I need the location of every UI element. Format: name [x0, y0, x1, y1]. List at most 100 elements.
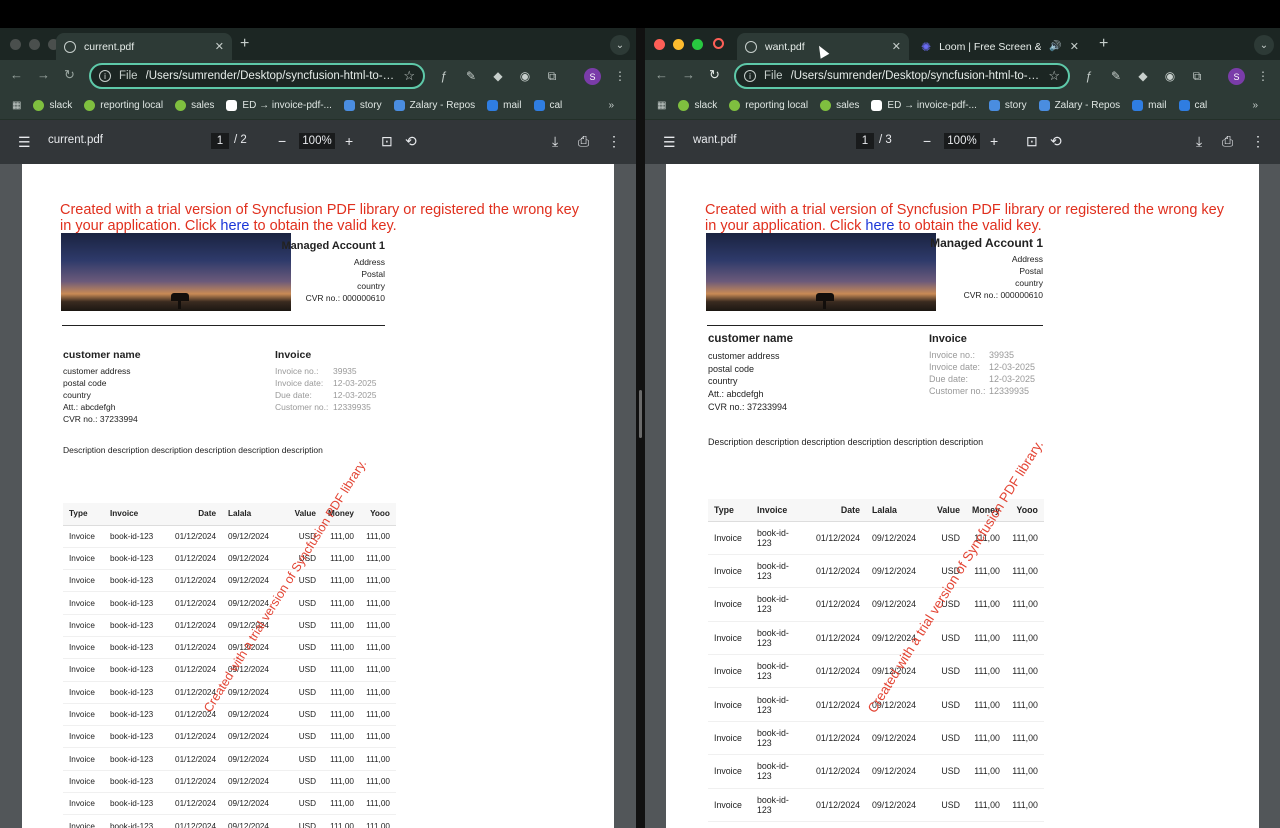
table-row: Invoicebook-id-12301/12/202409/12/2024US…	[63, 792, 396, 816]
pdf-title: current.pdf	[48, 134, 103, 146]
extension-camera-icon[interactable]: ◉	[1162, 68, 1178, 84]
browser-window-right: want.pdf ✕ ✺ Loom | Free Screen & Vide 🔊…	[645, 28, 1280, 828]
bookmark-mail[interactable]: mail	[1132, 100, 1167, 111]
address-bar[interactable]: i File /Users/sumrender/Desktop/syncfusi…	[734, 63, 1070, 89]
bookmark-mail[interactable]: mail	[487, 100, 522, 111]
obtain-key-link[interactable]: here	[220, 218, 249, 234]
bookmark-cal[interactable]: cal	[533, 100, 562, 111]
page-number-input[interactable]: 1	[211, 133, 229, 149]
bookmark-reporting-local[interactable]: reporting local	[84, 100, 163, 111]
bookmarks-overflow-icon[interactable]: »	[1252, 100, 1258, 111]
site-info-icon[interactable]: i	[99, 70, 111, 82]
download-icon[interactable]: ⤓	[552, 133, 558, 150]
bookmark-story[interactable]: story	[343, 100, 382, 111]
globe-icon	[745, 40, 757, 53]
zoom-input[interactable]: 100%	[299, 133, 335, 149]
extension-formula-icon[interactable]: ƒ	[436, 68, 452, 84]
extensions-puzzle-icon[interactable]: ⧉	[1189, 68, 1205, 84]
table-row: Invoicebook-id-12301/12/202409/12/2024US…	[63, 725, 396, 749]
zoom-out-button[interactable]: −	[923, 133, 931, 149]
apps-grid-icon[interactable]: ▦	[657, 100, 666, 111]
rotate-icon[interactable]: ⟲	[405, 133, 417, 150]
reload-button[interactable]: ↻	[64, 67, 75, 83]
browser-window-left: current.pdf ✕ + ⌄ ← → ↻ i File /Users/su…	[0, 28, 636, 828]
page-total: / 3	[879, 134, 892, 146]
bookmark-story[interactable]: story	[988, 100, 1027, 111]
browser-menu-icon[interactable]: ⋮	[1255, 68, 1271, 84]
bookmark-sales[interactable]: sales	[820, 100, 859, 111]
extension-badge-icon[interactable]: ◆	[490, 68, 506, 84]
tab-search-button[interactable]: ⌄	[1254, 35, 1274, 55]
print-icon[interactable]: ⎙	[1222, 133, 1233, 150]
profile-avatar[interactable]: S	[584, 68, 601, 85]
bookmarks-overflow-icon[interactable]: »	[608, 100, 614, 111]
profile-avatar[interactable]: S	[1228, 68, 1245, 85]
pdf-more-icon[interactable]: ⋮	[1251, 133, 1265, 150]
recording-icon[interactable]	[713, 38, 724, 49]
site-info-icon[interactable]: i	[744, 70, 756, 82]
pdf-menu-icon[interactable]: ☰	[18, 134, 31, 151]
description-text: Description description description desc…	[708, 437, 984, 447]
bookmark-sales[interactable]: sales	[175, 100, 214, 111]
tab-loom[interactable]: ✺ Loom | Free Screen & Vide 🔊 ✕	[913, 33, 1087, 60]
apps-grid-icon[interactable]: ▦	[12, 100, 21, 111]
back-button[interactable]: ←	[10, 67, 23, 82]
minimize-window-button[interactable]	[673, 39, 684, 50]
close-window-button[interactable]	[654, 39, 665, 50]
extension-pen-icon[interactable]: ✎	[463, 68, 479, 84]
print-icon[interactable]: ⎙	[578, 133, 589, 150]
back-button[interactable]: ←	[655, 67, 668, 82]
bookmark-cal[interactable]: cal	[1178, 100, 1207, 111]
account-block: Managed Account 1 Address Postal country C…	[930, 236, 1043, 300]
bookmark-ed-invoice[interactable]: ED → invoice-pdf-...	[871, 100, 977, 111]
bookmark-slack[interactable]: slack	[33, 100, 72, 111]
new-tab-button[interactable]: +	[1099, 35, 1108, 53]
extension-camera-icon[interactable]: ◉	[517, 68, 533, 84]
extension-formula-icon[interactable]: ƒ	[1081, 68, 1097, 84]
bookmark-star-icon[interactable]: ☆	[403, 68, 415, 84]
rotate-icon[interactable]: ⟲	[1050, 133, 1062, 150]
split-divider[interactable]	[636, 28, 645, 828]
pdf-menu-icon[interactable]: ☰	[663, 134, 676, 151]
pdf-viewport[interactable]: Created with a trial version of Syncfusi…	[0, 164, 636, 828]
forward-button[interactable]: →	[682, 67, 695, 82]
close-window-button[interactable]	[10, 39, 21, 50]
minimize-window-button[interactable]	[29, 39, 40, 50]
browser-menu-icon[interactable]: ⋮	[612, 68, 628, 84]
zoom-input[interactable]: 100%	[944, 133, 980, 149]
bookmark-slack[interactable]: slack	[678, 100, 717, 111]
reload-button[interactable]: ↻	[709, 67, 720, 83]
forward-button[interactable]: →	[37, 67, 50, 82]
pdf-viewport[interactable]: Created with a trial version of Syncfusi…	[645, 164, 1280, 828]
zoom-in-button[interactable]: +	[345, 133, 353, 149]
maximize-window-button[interactable]	[692, 39, 703, 50]
screen-top-bar	[0, 0, 1280, 28]
extension-badge-icon[interactable]: ◆	[1135, 68, 1151, 84]
tab-search-button[interactable]: ⌄	[610, 35, 630, 55]
download-icon[interactable]: ⤓	[1196, 133, 1202, 150]
pdf-page: Created with a trial version of Syncfusi…	[666, 164, 1259, 828]
new-tab-button[interactable]: +	[240, 35, 249, 53]
extension-pen-icon[interactable]: ✎	[1108, 68, 1124, 84]
close-tab-icon[interactable]: ✕	[892, 40, 901, 53]
zoom-in-button[interactable]: +	[990, 133, 998, 149]
tab-current-pdf[interactable]: current.pdf ✕	[56, 33, 232, 60]
fit-page-icon[interactable]: ⊡	[381, 133, 393, 150]
bookmark-star-icon[interactable]: ☆	[1048, 68, 1060, 84]
divider-grip[interactable]	[639, 390, 642, 438]
page-number-input[interactable]: 1	[856, 133, 874, 149]
audio-icon[interactable]: 🔊	[1049, 41, 1061, 52]
close-tab-icon[interactable]: ✕	[215, 40, 224, 53]
bookmark-zalary[interactable]: Zalary - Repos	[393, 100, 475, 111]
bookmark-zalary[interactable]: Zalary - Repos	[1038, 100, 1120, 111]
bookmark-ed-invoice[interactable]: ED → invoice-pdf-...	[226, 100, 332, 111]
pdf-more-icon[interactable]: ⋮	[607, 133, 621, 150]
address-bar[interactable]: i File /Users/sumrender/Desktop/syncfusi…	[89, 63, 425, 89]
divider-line	[707, 325, 1043, 326]
obtain-key-link[interactable]: here	[865, 218, 894, 234]
close-tab-icon[interactable]: ✕	[1070, 40, 1079, 53]
zoom-out-button[interactable]: −	[278, 133, 286, 149]
fit-page-icon[interactable]: ⊡	[1026, 133, 1038, 150]
extensions-puzzle-icon[interactable]: ⧉	[544, 68, 560, 84]
bookmark-reporting-local[interactable]: reporting local	[729, 100, 808, 111]
